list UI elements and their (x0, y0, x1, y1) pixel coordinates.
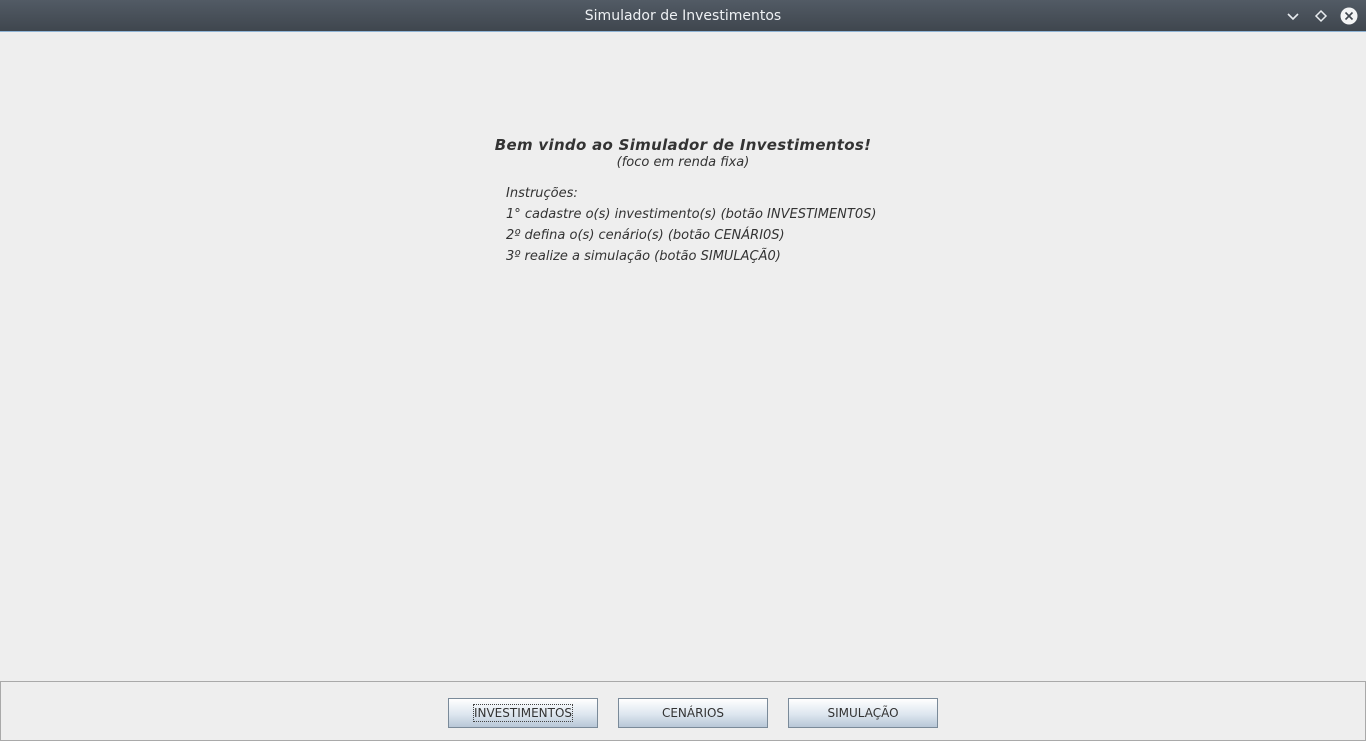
close-icon[interactable] (1340, 7, 1358, 25)
instructions-block: Instruções: 1° cadastre o(s) investiment… (506, 185, 876, 269)
main-panel: Bem vindo ao Simulador de Investimentos!… (0, 33, 1366, 681)
instructions-heading: Instruções: (506, 186, 578, 201)
cenarios-button-label: CENÁRIOS (661, 706, 725, 720)
instruction-step-3: 3º realize a simulação (botão SIMULAÇÃ0) (506, 249, 781, 264)
investimentos-button[interactable]: INVESTIMENTOS (448, 698, 598, 728)
button-bar: INVESTIMENTOS CENÁRIOS SIMULAÇÃO (0, 681, 1366, 741)
cenarios-button[interactable]: CENÁRIOS (618, 698, 768, 728)
welcome-heading: Bem vindo ao Simulador de Investimentos! (494, 136, 872, 154)
window-title: Simulador de Investimentos (584, 8, 782, 24)
maximize-icon[interactable] (1312, 7, 1330, 25)
instruction-step-2: 2º defina o(s) cenário(s) (botão CENÁRI0… (506, 228, 785, 243)
window-titlebar[interactable]: Simulador de Investimentos (0, 0, 1366, 32)
investimentos-button-label: INVESTIMENTOS (472, 704, 574, 722)
simulacao-button-label: SIMULAÇÃO (827, 706, 899, 720)
minimize-icon[interactable] (1284, 7, 1302, 25)
instruction-step-1: 1° cadastre o(s) investimento(s) (botão … (506, 207, 877, 222)
welcome-subtitle: (foco em renda fixa) (616, 155, 750, 170)
simulacao-button[interactable]: SIMULAÇÃO (788, 698, 938, 728)
